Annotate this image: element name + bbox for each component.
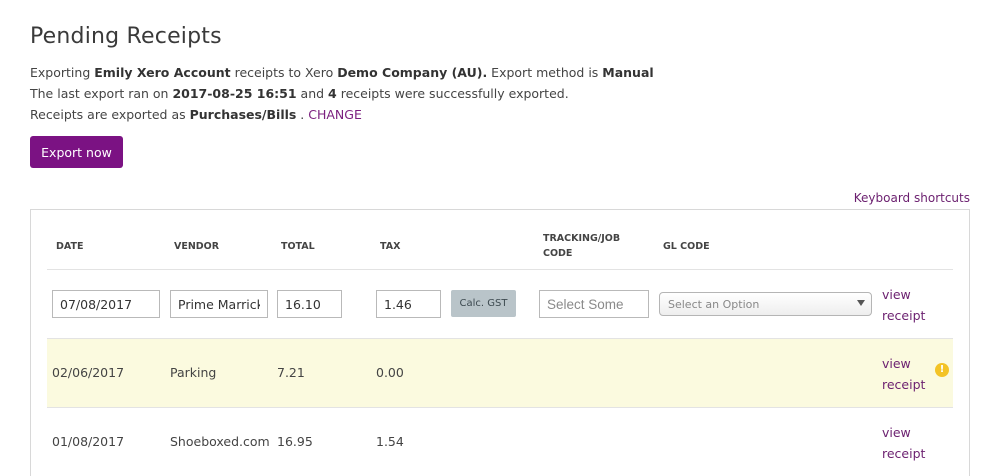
- column-header-tracking: TRACKING/JOB CODE: [543, 231, 620, 261]
- info-text: receipts were successfully exported.: [336, 86, 569, 101]
- view-receipt-link[interactable]: view receipt: [882, 353, 932, 395]
- row-total: 7.21: [277, 365, 305, 380]
- row-tax: 1.54: [376, 434, 404, 449]
- gl-code-placeholder: Select an Option: [668, 298, 760, 311]
- view-receipt-link[interactable]: view receipt: [882, 284, 932, 326]
- info-text: Receipts are exported as: [30, 107, 190, 122]
- view-receipt-line1: view: [882, 356, 911, 371]
- info-text: Exporting: [30, 65, 95, 80]
- row-date: 02/06/2017: [52, 365, 125, 380]
- last-export-line: The last export ran on 2017-08-25 16:51 …: [30, 86, 569, 101]
- view-receipt-link[interactable]: view receipt: [882, 422, 932, 464]
- info-text: receipts to Xero: [230, 65, 338, 80]
- company-name: Demo Company (AU).: [337, 65, 488, 80]
- row-vendor: Parking: [170, 365, 217, 380]
- tax-input[interactable]: [376, 290, 441, 318]
- total-input[interactable]: [277, 290, 342, 318]
- column-header-total: TOTAL: [281, 241, 315, 252]
- vendor-input[interactable]: [170, 290, 268, 318]
- keyboard-shortcuts-link[interactable]: Keyboard shortcuts: [854, 191, 970, 205]
- row-total: 16.95: [277, 434, 313, 449]
- tracking-code-input[interactable]: [539, 290, 649, 318]
- table-row: 02/06/2017 Parking 7.21 0.00 view receip…: [47, 339, 953, 408]
- row-date: 01/08/2017: [52, 434, 125, 449]
- warning-icon[interactable]: !: [935, 363, 949, 377]
- view-receipt-line1: view: [882, 287, 911, 302]
- table-row: 01/08/2017 Shoeboxed.com 16.95 1.54 view…: [47, 408, 953, 476]
- account-name: Emily Xero Account: [94, 65, 231, 80]
- calc-gst-button[interactable]: Calc. GST: [451, 290, 516, 317]
- column-header-tax: TAX: [380, 241, 401, 252]
- view-receipt-line2: receipt: [882, 446, 926, 461]
- exported-count: 4: [328, 86, 337, 101]
- column-header-gl-code: GL CODE: [663, 241, 710, 252]
- export-info-line: Exporting Emily Xero Account receipts to…: [30, 65, 654, 80]
- chevron-down-icon: [857, 300, 865, 306]
- column-header-tracking-line2: CODE: [543, 248, 573, 259]
- info-text: and: [296, 86, 329, 101]
- info-text: .: [296, 107, 309, 122]
- export-now-button[interactable]: Export now: [30, 136, 123, 168]
- page-title: Pending Receipts: [30, 24, 222, 49]
- export-type-line: Receipts are exported as Purchases/Bills…: [30, 107, 362, 122]
- view-receipt-line2: receipt: [882, 308, 926, 323]
- change-export-type-link[interactable]: CHANGE: [308, 107, 362, 122]
- gl-code-select[interactable]: Select an Option: [659, 292, 872, 316]
- date-input[interactable]: [52, 290, 160, 318]
- view-receipt-line1: view: [882, 425, 911, 440]
- last-export-datetime: 2017-08-25 16:51: [172, 86, 297, 101]
- column-header-vendor: VENDOR: [174, 241, 220, 252]
- view-receipt-line2: receipt: [882, 377, 926, 392]
- receipts-table: DATE VENDOR TOTAL TAX TRACKING/JOB CODE …: [30, 209, 970, 476]
- info-text: Export method is: [487, 65, 603, 80]
- export-method: Manual: [602, 65, 654, 80]
- column-header-tracking-line1: TRACKING/JOB: [543, 233, 621, 244]
- export-type: Purchases/Bills: [189, 107, 297, 122]
- row-vendor: Shoeboxed.com: [170, 434, 270, 449]
- table-row-edit: Calc. GST Select an Option view receipt: [47, 270, 953, 339]
- row-tax: 0.00: [376, 365, 404, 380]
- info-text: The last export ran on: [30, 86, 173, 101]
- column-header-date: DATE: [56, 241, 84, 252]
